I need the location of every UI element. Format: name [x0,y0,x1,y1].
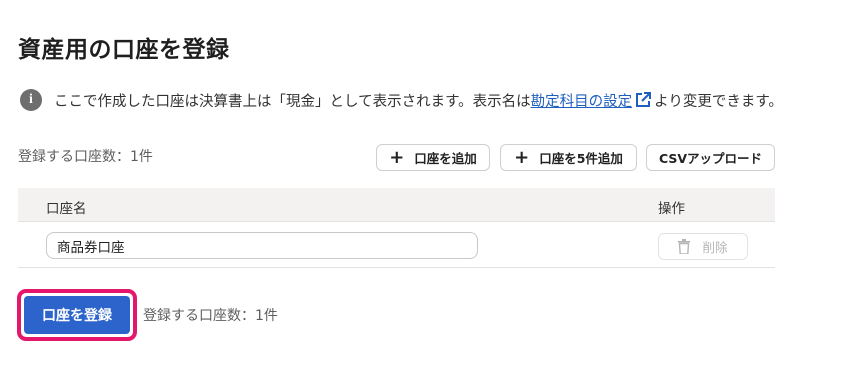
csv-upload-button[interactable]: CSVアップロード [646,144,775,171]
plus-icon: + [389,146,405,168]
add-account-label: 口座を追加 [414,151,477,166]
page-title: 資産用の口座を登録 [18,37,230,63]
account-name-input[interactable] [46,232,478,259]
add-five-accounts-button[interactable]: + 口座を5件追加 [500,144,637,171]
info-text-after: より変更できます。 [654,93,783,110]
register-accounts-button[interactable]: 口座を登録 [24,296,130,334]
add-account-button[interactable]: + 口座を追加 [376,144,490,171]
plus-icon: + [514,146,530,168]
info-message: i ここで作成した口座は決算書上は「現金」として表示されます。表示名は 勘定科目… [20,88,783,112]
submit-highlight: 口座を登録 [17,289,137,341]
trash-icon [678,239,691,254]
accounts-table: 口座名 操作 削除 [18,188,775,268]
external-link-icon[interactable] [634,91,652,109]
info-text-before: ここで作成した口座は決算書上は「現金」として表示されます。表示名は [54,93,531,110]
account-settings-link[interactable]: 勘定科目の設定 [531,90,633,111]
column-header-account-name: 口座名 [46,201,87,217]
table-row: 削除 [18,222,775,268]
delete-label: 削除 [702,240,728,255]
account-count-bottom: 登録する口座数：1件 [143,308,278,324]
table-header: 口座名 操作 [18,188,775,222]
add-five-accounts-label: 口座を5件追加 [539,151,623,166]
account-count-top: 登録する口座数：1件 [18,149,153,165]
delete-button[interactable]: 削除 [658,233,748,260]
column-header-operation: 操作 [658,201,685,217]
info-icon: i [20,89,42,111]
